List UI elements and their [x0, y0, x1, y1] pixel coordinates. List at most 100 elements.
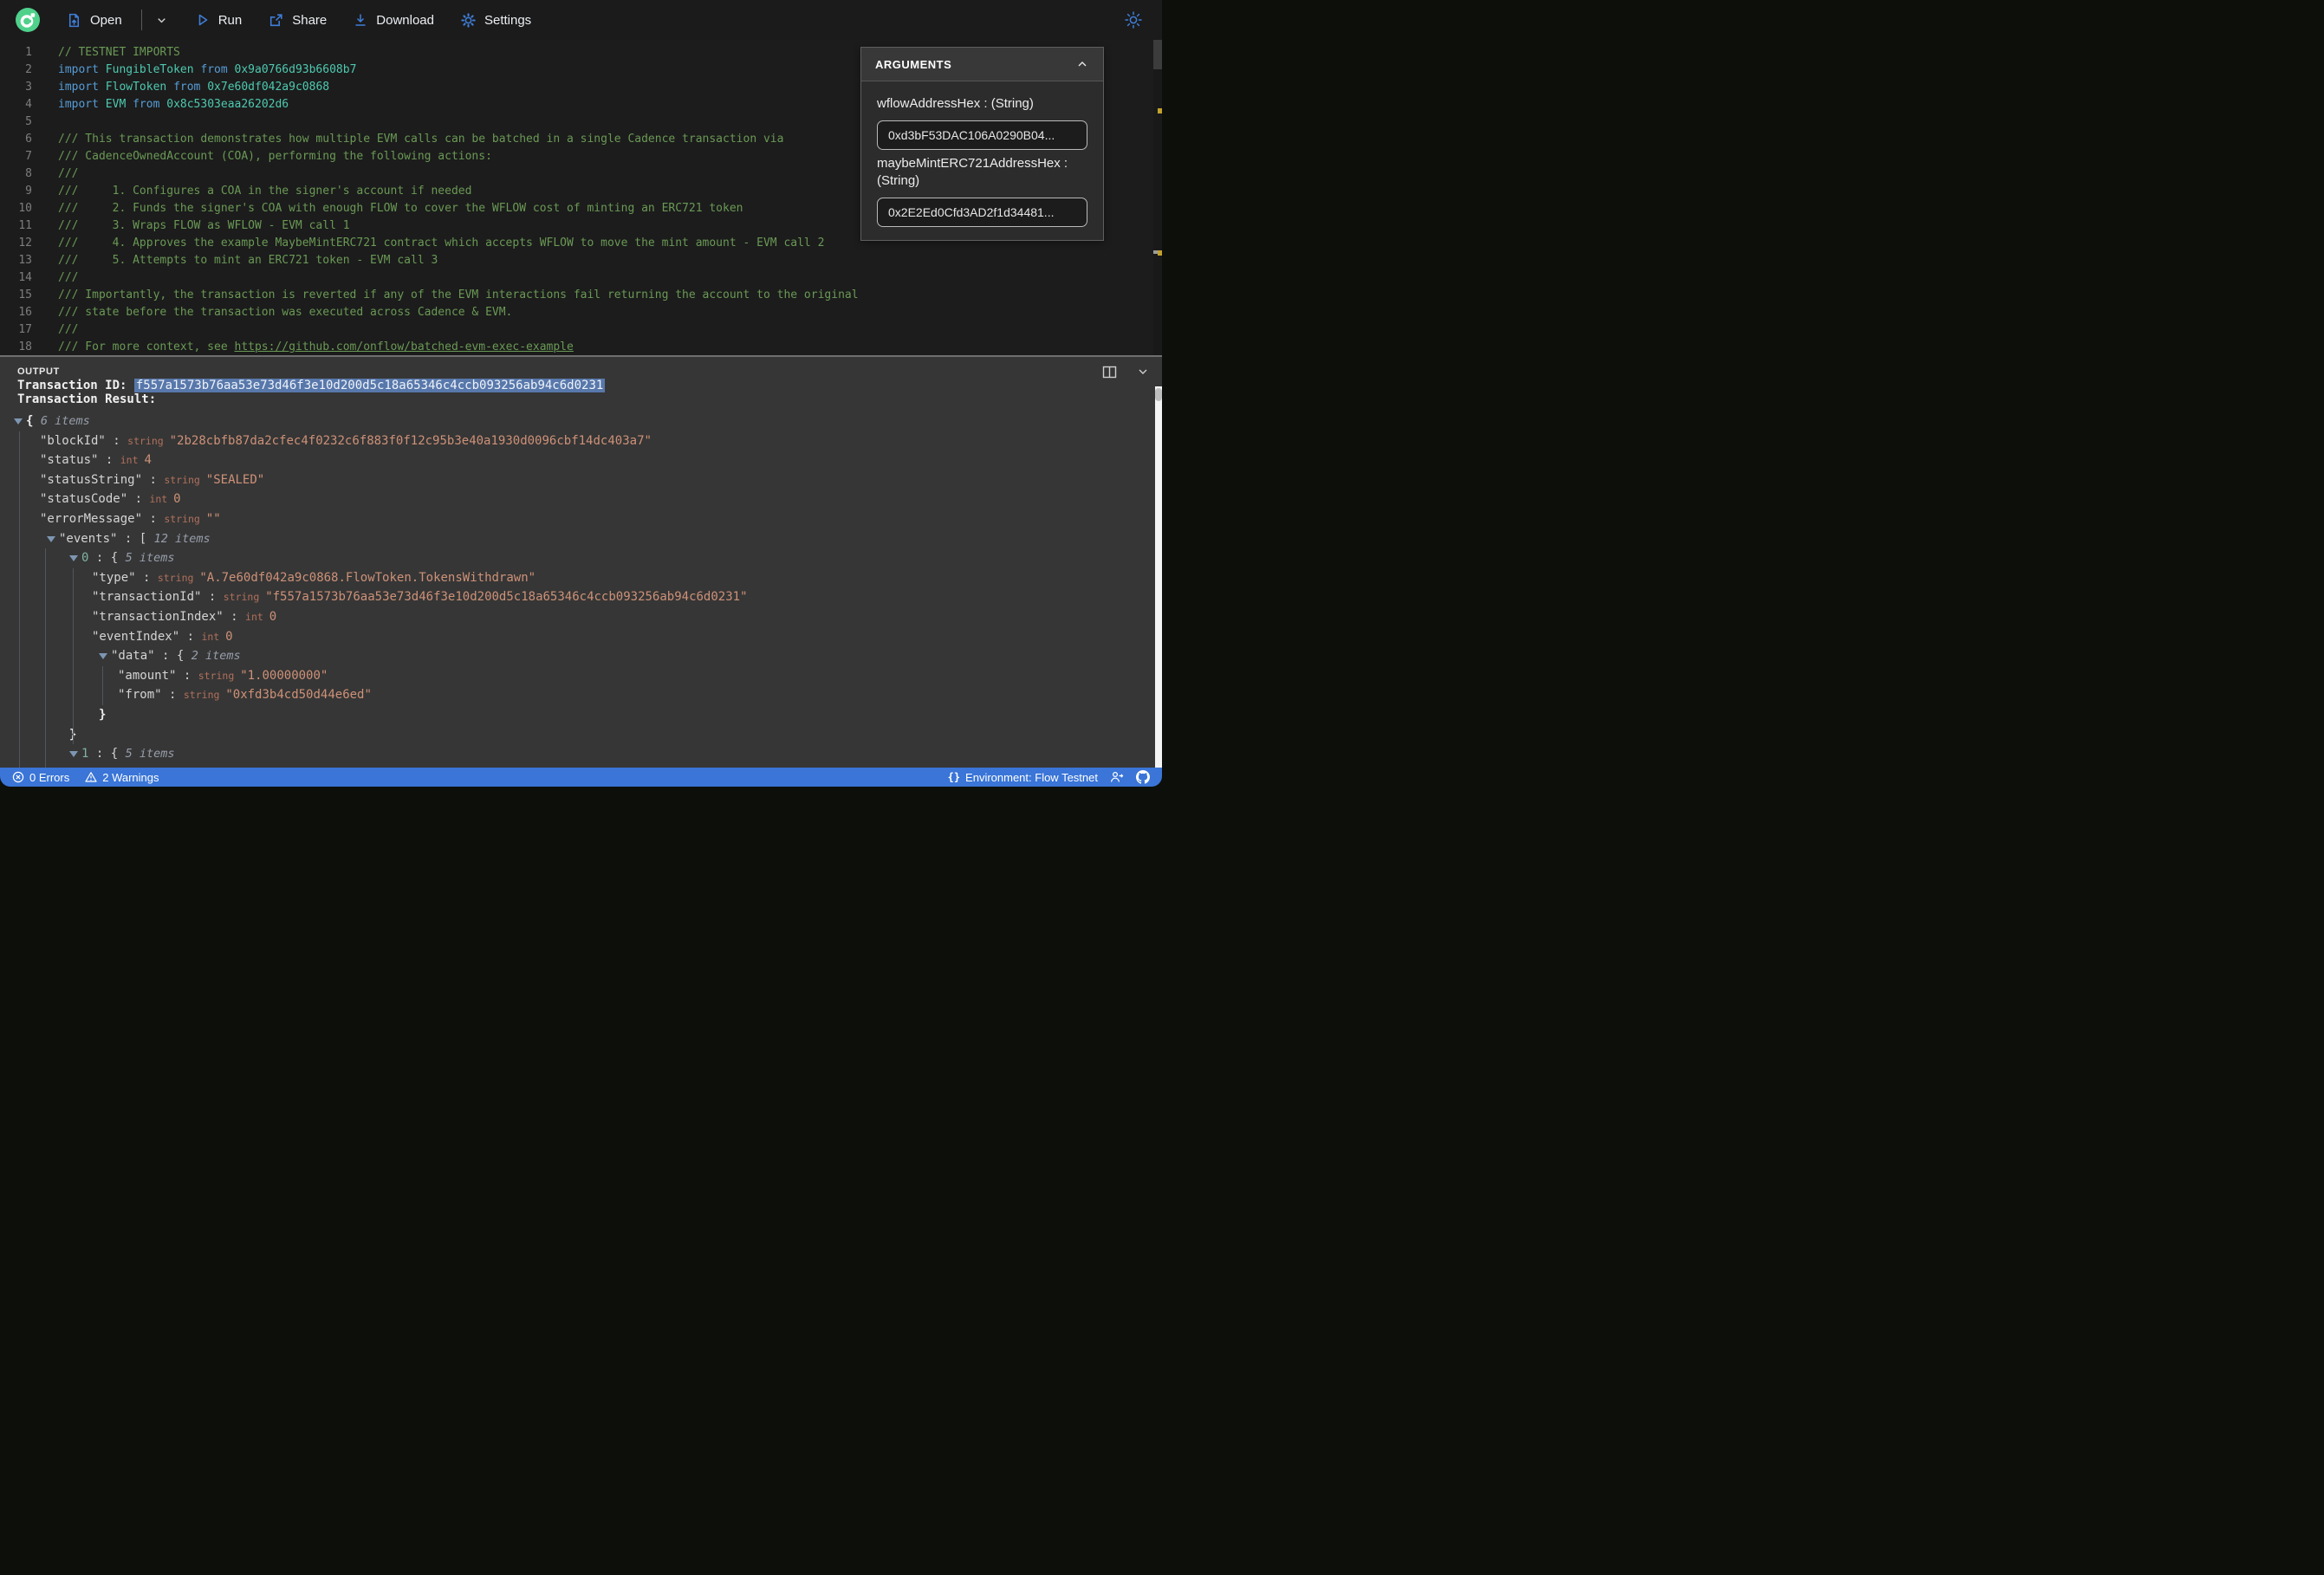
json-tree-row: }	[0, 725, 1162, 745]
share-icon	[270, 13, 282, 26]
arguments-panel-header[interactable]: ARGUMENTS	[861, 48, 1103, 81]
flow-logo-icon	[16, 8, 40, 32]
line-number: 4	[25, 98, 32, 111]
run-button[interactable]: Run	[195, 12, 243, 28]
json-tree-row: "eventIndex" : int 0	[92, 629, 233, 644]
output-header: OUTPUT	[0, 357, 1162, 379]
download-icon	[355, 14, 366, 26]
argument-input[interactable]	[877, 198, 1087, 227]
warning-marker	[1158, 108, 1162, 113]
braces-icon: {}	[947, 771, 961, 783]
json-tree-row: "transactionIndex" : int 0	[92, 609, 277, 624]
line-number: 18	[18, 340, 32, 353]
errors-status[interactable]: 0 Errors	[12, 771, 69, 784]
app-window: Open Run Share Download Settings 1 // TE…	[0, 0, 1162, 787]
settings-button[interactable]: Settings	[460, 12, 531, 29]
warning-icon	[85, 772, 97, 782]
line-number: 2	[25, 63, 32, 76]
code-editor[interactable]: 1// TESTNET IMPORTS 2 import FungibleToken…	[0, 40, 1162, 355]
json-tree-row: { 6 items	[0, 412, 1162, 431]
transaction-id-line: Transaction ID: f557a1573b76aa53e73d46f3…	[0, 379, 1162, 392]
result-json-tree: { 6 items "blockId" : string "2b28cbfb87d…	[0, 412, 1162, 768]
line-number: 16	[18, 306, 32, 319]
json-tree-row: "errorMessage" : string ""	[40, 511, 221, 526]
collapse-triangle-icon[interactable]	[47, 535, 55, 542]
share-label: Share	[292, 12, 328, 28]
line-number: 1	[25, 46, 32, 59]
warnings-status[interactable]: 2 Warnings	[85, 771, 159, 784]
json-tree-row: "amount" : string "1.00000000"	[118, 668, 328, 683]
gear-icon	[461, 12, 476, 28]
share-button[interactable]: Share	[268, 12, 327, 29]
indent-guide	[19, 431, 20, 768]
chevron-down-icon	[157, 17, 166, 23]
line-number: 6	[25, 133, 32, 146]
transaction-result-label: Transaction Result:	[17, 392, 157, 406]
code-line: 14///	[0, 269, 1162, 287]
transaction-id-label: Transaction ID:	[17, 379, 134, 392]
download-button[interactable]: Download	[353, 12, 434, 28]
indent-guide	[102, 665, 103, 705]
arguments-title: ARGUMENTS	[875, 57, 952, 71]
cursor-marker	[1153, 250, 1158, 254]
indent-guide	[45, 548, 46, 768]
argument-input[interactable]	[877, 120, 1087, 150]
json-tree-row: "type" : string "A.7e60df042a9c0868.Flow…	[92, 570, 536, 585]
line-number: 7	[25, 150, 32, 163]
toolbar: Open Run Share Download Settings	[0, 0, 1162, 40]
output-scrollbar-thumb[interactable]	[1155, 388, 1162, 401]
split-view-icon[interactable]	[1102, 366, 1117, 379]
json-tree-row: "data" : { 2 items	[0, 646, 1162, 666]
json-tree-row: "status" : int 4	[40, 453, 152, 468]
json-tree-row: "transactionId" : string "f557a1573b76aa…	[92, 590, 748, 605]
line-number: 3	[25, 81, 32, 94]
chevron-up-icon[interactable]	[1075, 57, 1089, 71]
code-line: 16/// state before the transaction was e…	[0, 304, 1162, 321]
output-panel: OUTPUT Transaction ID: f557a1573b76aa53e…	[0, 357, 1162, 768]
line-number: 5	[25, 115, 32, 128]
download-label: Download	[376, 12, 434, 28]
json-tree-row: "type" : string "A.7e60df042a9c0868.Flow…	[0, 764, 1162, 768]
code-line: 15/// Importantly, the transaction is re…	[0, 287, 1162, 304]
sun-icon	[1125, 11, 1142, 29]
collapse-output-chevron-icon[interactable]	[1136, 365, 1150, 379]
line-number: 10	[18, 202, 32, 215]
theme-toggle-button[interactable]	[1124, 10, 1143, 29]
open-label: Open	[90, 12, 122, 28]
transaction-id-value[interactable]: f557a1573b76aa53e73d46f3e10d200d5c18a653…	[133, 379, 606, 392]
code-line: 17///	[0, 321, 1162, 339]
line-number: 13	[18, 254, 32, 267]
json-tree-row: "statusString" : string "SEALED"	[40, 472, 265, 487]
line-number: 9	[25, 185, 32, 198]
errors-label: 0 Errors	[29, 770, 70, 784]
line-number: 14	[18, 271, 32, 284]
line-number: 11	[18, 219, 32, 232]
github-icon[interactable]	[1136, 770, 1150, 784]
feedback-person-icon[interactable]	[1110, 771, 1124, 783]
environment-label: Environment: Flow Testnet	[965, 770, 1098, 784]
collapse-triangle-icon[interactable]	[69, 751, 78, 758]
collapse-triangle-icon[interactable]	[14, 418, 23, 425]
arguments-panel: ARGUMENTS wflowAddressHex : (String) mayb…	[860, 47, 1104, 241]
output-title: OUTPUT	[17, 366, 60, 377]
error-icon	[12, 771, 24, 783]
editor-scrollbar-thumb[interactable]	[1153, 40, 1162, 69]
collapse-triangle-icon[interactable]	[69, 555, 78, 562]
json-tree-row: "events" : [ 12 items	[0, 529, 1162, 549]
arguments-fields: wflowAddressHex : (String) maybeMintERC72…	[861, 81, 1103, 227]
environment-status[interactable]: {} Environment: Flow Testnet	[948, 771, 1098, 784]
run-label: Run	[217, 12, 243, 28]
line-number: 17	[18, 323, 32, 336]
json-tree-row: }	[99, 707, 107, 722]
collapse-triangle-icon[interactable]	[99, 653, 107, 660]
open-button[interactable]: Open	[66, 12, 122, 29]
line-number: 8	[25, 167, 32, 180]
toolbar-divider	[140, 10, 142, 30]
open-file-icon	[68, 13, 80, 27]
line-number: 12	[18, 237, 32, 250]
line-number: 15	[18, 288, 32, 301]
json-tree-row: 0 : { 5 items	[0, 548, 1162, 568]
output-scrollbar[interactable]	[1155, 386, 1162, 768]
open-dropdown-button[interactable]	[154, 13, 169, 28]
editor-scrollbar[interactable]	[1153, 40, 1162, 355]
